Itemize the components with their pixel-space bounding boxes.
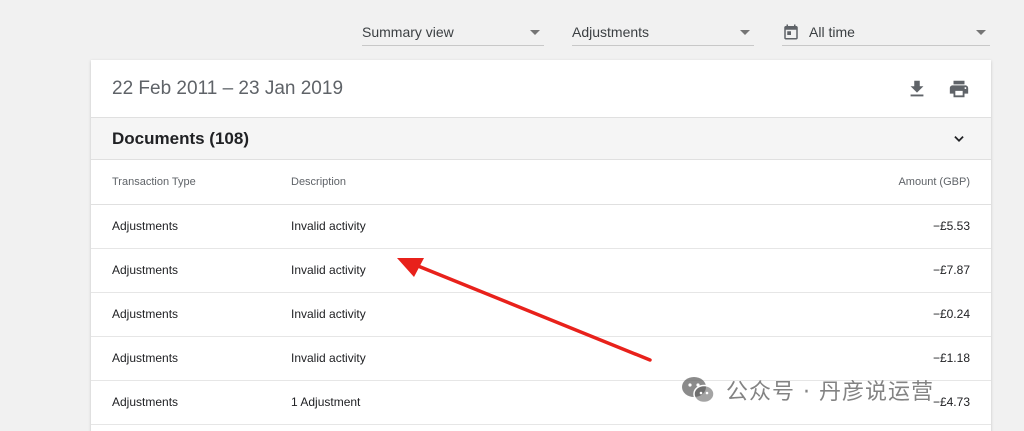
cell-amount: −£5.53 <box>932 219 970 233</box>
dropdown-caret-icon <box>530 30 540 35</box>
documents-section-title: Documents (108) <box>112 129 249 148</box>
view-select[interactable]: Summary view <box>362 18 544 46</box>
chevron-down-icon[interactable] <box>952 132 966 146</box>
watermark: 公众号 · 丹彦说运营 <box>680 373 934 407</box>
watermark-text: 公众号 · 丹彦说运营 <box>726 380 934 405</box>
card-header: 22 Feb 2011 – 23 Jan 2019 <box>91 60 991 117</box>
cell-description: Invalid activity <box>291 219 366 233</box>
cell-transaction-type: Adjustments <box>112 395 179 409</box>
documents-section-header[interactable]: Documents (108) <box>91 117 991 160</box>
cell-transaction-type: Adjustments <box>112 219 179 233</box>
table-row[interactable]: Adjustments Invalid activity −£0.24 <box>91 292 991 336</box>
dropdown-caret-icon <box>740 30 750 35</box>
calendar-icon <box>784 24 798 40</box>
dropdown-caret-icon <box>976 30 986 35</box>
cell-description: Invalid activity <box>291 263 366 277</box>
column-header-transaction-type[interactable]: Transaction Type <box>91 160 291 204</box>
table-row[interactable]: Adjustments Invalid activity −£5.53 <box>91 204 991 248</box>
date-range-select-label: All time <box>809 23 855 40</box>
column-header-amount[interactable]: Amount (GBP) <box>791 160 991 204</box>
cell-transaction-type: Adjustments <box>112 263 179 277</box>
date-range-title: 22 Feb 2011 – 23 Jan 2019 <box>112 78 344 99</box>
cell-description: Invalid activity <box>291 307 366 321</box>
date-range-select[interactable]: All time <box>782 18 990 46</box>
cell-transaction-type: Adjustments <box>112 351 179 365</box>
wechat-logo-icon <box>682 377 715 404</box>
cell-transaction-type: Adjustments <box>112 307 179 321</box>
table-header-row: Transaction Type Description Amount (GBP… <box>91 160 991 204</box>
column-header-description[interactable]: Description <box>291 160 791 204</box>
print-icon[interactable] <box>948 78 970 100</box>
download-icon[interactable] <box>906 78 928 100</box>
transaction-type-select[interactable]: Adjustments <box>572 18 754 46</box>
cell-amount: −£0.24 <box>932 307 970 321</box>
view-select-label: Summary view <box>362 23 454 40</box>
cell-amount: −£7.87 <box>932 263 970 277</box>
transaction-type-select-label: Adjustments <box>572 23 650 40</box>
table-row[interactable]: Adjustments Invalid activity −£7.87 <box>91 248 991 292</box>
filter-bar: Summary view Adjustments All time <box>0 18 1024 48</box>
